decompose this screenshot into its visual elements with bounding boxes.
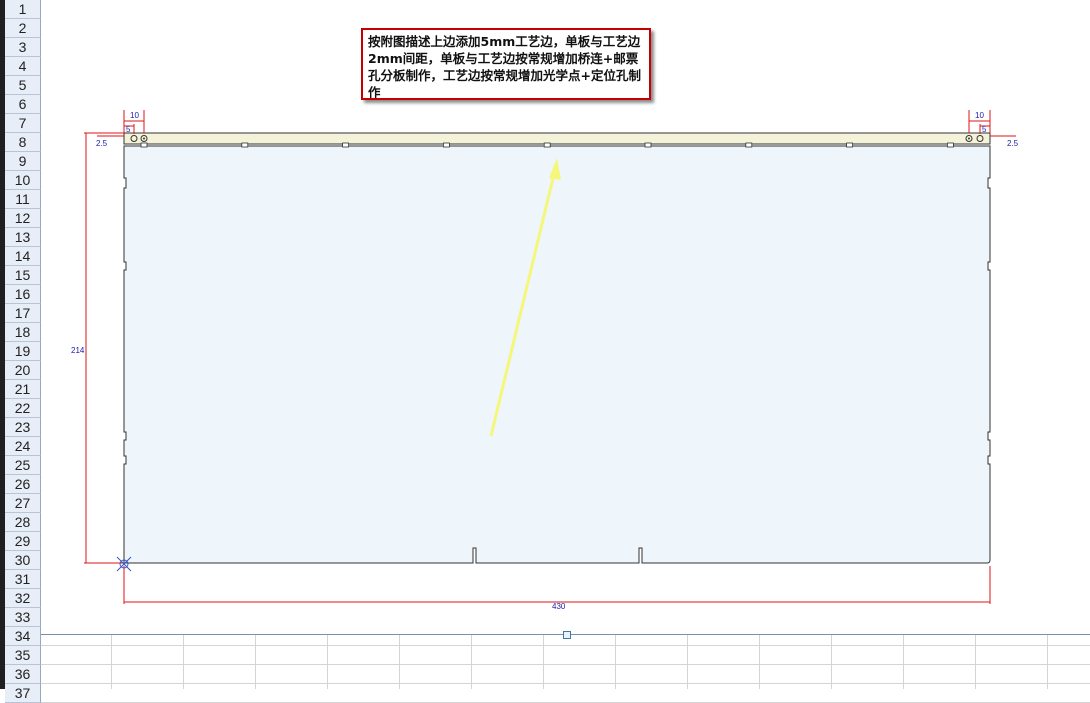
bridge-tab — [846, 142, 853, 148]
dim-rail-offset-left: 2.5 — [96, 139, 108, 148]
dim-hole-left: 5 — [126, 125, 131, 134]
dim-fiducial-right: 10 — [975, 111, 984, 120]
bridge-tab — [442, 142, 450, 148]
fiducial-left-dot — [143, 137, 145, 140]
pcb-board-outline — [123, 145, 991, 564]
annotation-note[interactable]: 按附图描述上边添加5mm工艺边，单板与工艺边2mm间距，单板与工艺边按常规增加桥… — [361, 28, 651, 100]
dim-height: 214 — [71, 346, 85, 355]
bridge-tab — [140, 142, 148, 148]
bridge-tab — [241, 142, 249, 148]
process-rail — [123, 132, 991, 145]
split-handle[interactable] — [563, 631, 571, 639]
pcb-panel-drawing: 430 214 2.5 2.5 10 5 10 5 — [71, 110, 1019, 611]
bridge-tab — [745, 142, 753, 148]
dim-hole-right: 5 — [982, 125, 987, 134]
bridge-tab — [543, 142, 551, 148]
fiducial-right-dot — [968, 137, 970, 140]
dim-rail-offset-right: 2.5 — [1007, 139, 1019, 148]
bridge-tab — [947, 142, 954, 148]
dim-fiducial-left: 10 — [130, 111, 139, 120]
dim-total-width: 430 — [552, 602, 566, 611]
bridge-tab — [342, 142, 350, 148]
bridge-tab — [644, 142, 652, 148]
